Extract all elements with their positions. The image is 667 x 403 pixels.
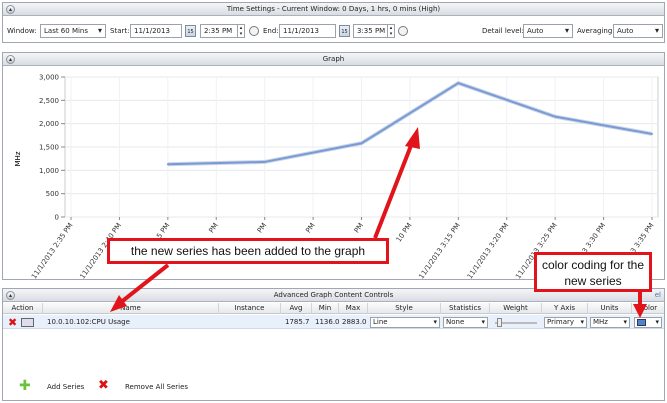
column-statistics[interactable]: Statistics [441,303,490,314]
window-label: Window: [7,27,37,35]
data-point [166,163,169,166]
x-tick-label: 11/1/2013 3:15 PM [417,222,462,280]
detail-level-value: Auto [527,27,544,35]
x-tick-label: 10 PM [395,222,414,244]
end-time-spinner[interactable]: ▴ ▾ [387,25,394,37]
end-date-field[interactable]: 11/1/2013 [279,24,336,38]
start-date-value: 11/1/2013 [134,27,170,35]
series-max: 2883.0 [342,318,367,326]
x-tick-label: 11/1/2013 3:20 PM [466,222,511,280]
data-point [651,132,653,135]
data-point [554,115,557,118]
data-point [457,82,460,85]
time-settings-panel: ▴ Time Settings - Current Window: 0 Days… [2,2,665,43]
time-settings-header: ▴ Time Settings - Current Window: 0 Days… [3,3,664,16]
averaging-select[interactable]: Auto [613,24,663,38]
units-select-value: MHz [593,318,608,326]
column-max[interactable]: Max [339,303,368,314]
column-action: Action [3,303,43,314]
averaging-label: Averaging: [577,27,615,35]
calendar-icon[interactable]: 15 [185,25,196,37]
x-tick-label: PM [256,222,268,235]
series-name: 10.0.10.102:CPU Usage [47,318,130,326]
style-select-value: Line [373,318,388,326]
y-tick-label: 2,500 [39,97,59,105]
y-axis-select[interactable]: Primary [544,317,587,328]
collapse-icon[interactable]: ▴ [6,55,15,64]
end-time-field[interactable]: 3:35 PM ▴ ▾ [353,24,395,38]
remove-all-series-button[interactable]: Remove All Series [125,383,188,391]
add-icon[interactable]: ✚ [19,378,31,394]
time-settings-row: Window: Last 60 Mins Start: 11/1/2013 15… [3,22,664,40]
x-tick-label: PM [304,222,316,235]
column-units[interactable]: Units [588,303,632,314]
calendar-day: 15 [187,29,194,35]
weight-slider-handle[interactable] [497,318,502,327]
y-tick-label: 0 [55,214,59,222]
units-select[interactable]: MHz [590,317,630,328]
corner-link[interactable]: el [655,289,661,302]
clock-icon[interactable] [398,26,408,36]
y-tick-label: 1,500 [39,144,59,152]
start-date-field[interactable]: 11/1/2013 [130,24,182,38]
delete-icon[interactable]: ✖ [8,316,17,329]
remove-icon[interactable]: ✖ [98,378,109,393]
end-date-value: 11/1/2013 [283,27,319,35]
y-tick-label: 1,000 [39,167,59,175]
x-tick-label: PM [353,222,365,235]
column-min[interactable]: Min [312,303,339,314]
edit-icon[interactable] [21,318,34,327]
color-swatch[interactable] [637,319,646,326]
column-y-axis[interactable]: Y Axis [542,303,588,314]
calendar-day: 15 [341,29,348,35]
column-color[interactable]: Color [632,303,664,314]
y-axis-select-value: Primary [547,318,575,326]
end-label: End: [263,27,279,35]
y-tick-label: 2,000 [39,120,59,128]
start-label: Start: [110,27,130,35]
style-select[interactable]: Line [370,317,440,328]
add-series-button[interactable]: Add Series [47,383,84,391]
graph-title: Graph [322,55,345,63]
window-select-value: Last 60 Mins [44,27,89,35]
y-tick-label: 500 [46,190,59,198]
series-min: 1136.0 [315,318,340,326]
start-time-field[interactable]: 2:35 PM ▴ ▾ [200,24,245,38]
calendar-icon[interactable]: 15 [339,25,350,37]
start-time-spinner[interactable]: ▴ ▾ [237,25,244,37]
y-axis-label: MHz [14,151,22,166]
x-tick-label: PM [207,222,219,235]
annotation-series-added-text: the new series has been added to the gra… [130,244,366,258]
column-weight[interactable]: Weight [490,303,542,314]
graph-header: ▴ Graph [3,53,664,66]
statistics-select-value: None [446,318,465,326]
column-name[interactable]: Name [43,303,219,314]
column-style[interactable]: Style [368,303,441,314]
annotation-series-added: the new series has been added to the gra… [107,238,389,264]
advanced-controls-title: Advanced Graph Content Controls [273,291,394,299]
collapse-icon[interactable]: ▴ [6,5,15,14]
column-avg[interactable]: Avg [281,303,312,314]
series-avg: 1785.7 [285,318,310,326]
color-picker[interactable] [634,317,662,328]
start-time-value: 2:35 PM [204,27,233,35]
annotation-color-coding: color coding for the new series [534,252,652,292]
detail-level-select[interactable]: Auto [523,24,573,38]
clock-icon[interactable] [249,26,259,36]
x-tick-label: 11/1/2013 2:35 PM [30,222,75,280]
y-tick-label: 3,000 [39,74,59,82]
annotation-color-coding-text: color coding for the new series [541,258,645,288]
time-settings-title: Time Settings - Current Window: 0 Days, … [226,5,441,13]
statistics-select[interactable]: None [443,317,488,328]
window-select[interactable]: Last 60 Mins [40,24,106,38]
data-point [360,142,363,145]
collapse-icon[interactable]: ▴ [6,291,15,300]
data-point [263,160,266,163]
detail-level-label: Detail level: [482,27,524,35]
end-time-value: 3:35 PM [357,27,386,35]
column-instance[interactable]: Instance [219,303,281,314]
advanced-controls-panel: ▴ Advanced Graph Content Controls el Act… [2,288,665,401]
averaging-value: Auto [617,27,634,35]
